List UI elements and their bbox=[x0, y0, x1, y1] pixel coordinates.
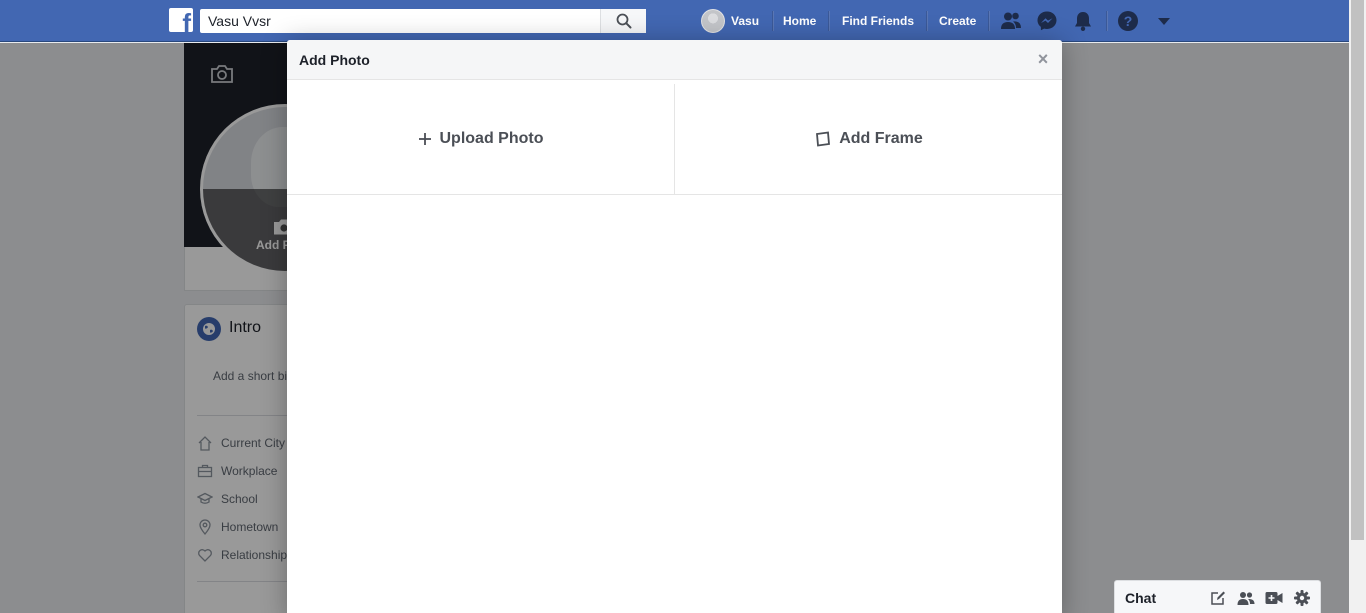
find-friends-link[interactable]: Find Friends bbox=[842, 14, 914, 28]
chat-bar[interactable]: Chat bbox=[1114, 580, 1321, 613]
compose-icon[interactable] bbox=[1209, 589, 1227, 607]
add-frame-button[interactable]: Add Frame bbox=[676, 84, 1062, 194]
nav-divider bbox=[772, 11, 773, 31]
help-icon[interactable]: ? bbox=[1116, 9, 1140, 33]
group-icon[interactable] bbox=[1237, 589, 1255, 607]
friend-requests-icon[interactable] bbox=[999, 9, 1023, 33]
scrollbar-thumb[interactable] bbox=[1351, 0, 1364, 540]
add-photo-dialog: Add Photo × Upload Photo Add Frame bbox=[287, 40, 1062, 613]
close-icon[interactable]: × bbox=[1035, 49, 1051, 69]
nav-divider bbox=[828, 11, 829, 31]
divider bbox=[287, 194, 1062, 195]
settings-icon[interactable] bbox=[1293, 589, 1311, 607]
top-bar: f Vasu Home Find Friends Create bbox=[0, 0, 1366, 42]
profile-link[interactable]: Vasu bbox=[701, 9, 759, 33]
avatar bbox=[701, 9, 725, 33]
upload-photo-label: Upload Photo bbox=[439, 130, 544, 147]
notifications-icon[interactable] bbox=[1071, 9, 1095, 33]
scrollbar[interactable] bbox=[1349, 0, 1366, 613]
nav-divider bbox=[926, 11, 927, 31]
dialog-title: Add Photo bbox=[299, 52, 370, 68]
user-name: Vasu bbox=[731, 14, 760, 28]
dialog-header: Add Photo × bbox=[287, 40, 1062, 80]
nav-divider bbox=[1106, 11, 1107, 31]
chat-label: Chat bbox=[1125, 590, 1157, 606]
account-menu-icon[interactable] bbox=[1152, 9, 1176, 33]
frame-icon bbox=[816, 131, 831, 147]
search-input[interactable] bbox=[200, 9, 600, 33]
search-box bbox=[200, 9, 646, 33]
plus-icon bbox=[418, 133, 431, 145]
video-call-icon[interactable] bbox=[1265, 589, 1283, 607]
nav-divider bbox=[988, 11, 989, 31]
add-frame-label: Add Frame bbox=[839, 130, 923, 147]
search-icon bbox=[616, 13, 631, 29]
upload-photo-button[interactable]: Upload Photo bbox=[287, 84, 675, 194]
facebook-logo[interactable]: f bbox=[169, 8, 193, 32]
search-button[interactable] bbox=[600, 9, 646, 33]
create-link[interactable]: Create bbox=[939, 14, 976, 28]
home-link[interactable]: Home bbox=[783, 14, 816, 28]
messenger-icon[interactable] bbox=[1035, 9, 1059, 33]
facebook-logo-letter: f bbox=[182, 8, 191, 32]
svg-text:?: ? bbox=[1124, 13, 1133, 29]
